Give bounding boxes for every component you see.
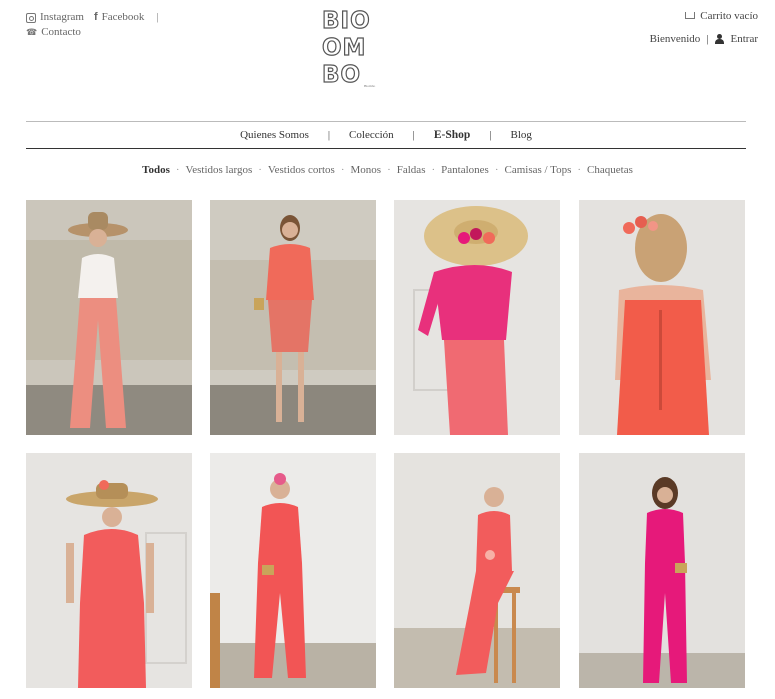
filter-dot: · — [340, 164, 345, 176]
main-nav: Quienes Somos | Colección | E-Shop | Blo… — [26, 121, 746, 149]
user-icon — [714, 34, 724, 44]
filter-dot: · — [387, 164, 391, 176]
account-area: Carrito vacío Bienvenido | Entrar — [650, 10, 758, 45]
instagram-link[interactable]: Instagram — [40, 10, 84, 25]
contact-link[interactable]: Contacto — [41, 25, 81, 40]
product-photo — [210, 453, 376, 688]
facebook-link[interactable]: Facebook — [102, 10, 145, 25]
facebook-icon[interactable]: f — [94, 10, 98, 25]
filter-monos[interactable]: Monos — [351, 164, 382, 176]
product-card[interactable] — [26, 453, 192, 688]
login-link[interactable]: Entrar — [731, 33, 758, 45]
nav-separator: | — [327, 129, 331, 141]
nav-item-eshop[interactable]: E-Shop — [432, 129, 472, 141]
product-photo — [394, 200, 560, 435]
logo-subtext: Biombo — [364, 84, 376, 88]
product-card[interactable] — [210, 453, 376, 688]
filter-dot: · — [431, 164, 436, 176]
product-photo — [210, 200, 376, 435]
filter-dot: · — [494, 164, 499, 176]
instagram-icon[interactable] — [26, 12, 36, 23]
nav-item-blog[interactable]: Blog — [509, 129, 534, 141]
filter-dot: · — [175, 164, 180, 176]
category-filters: Todos · Vestidos largos · Vestidos corto… — [0, 164, 775, 176]
cart-link[interactable]: Carrito vacío — [650, 10, 758, 22]
filter-vestidos-cortos[interactable]: Vestidos cortos — [268, 164, 335, 176]
filter-faldas[interactable]: Faldas — [397, 164, 426, 176]
filter-dot: · — [258, 164, 262, 176]
logo-line-3: BO — [321, 61, 362, 88]
filter-vestidos-largos[interactable]: Vestidos largos — [186, 164, 253, 176]
product-photo — [579, 200, 745, 435]
filter-camisas-tops[interactable]: Camisas / Tops — [505, 164, 572, 176]
nav-separator: | — [489, 129, 492, 141]
product-card[interactable] — [26, 200, 192, 435]
welcome-text: Bienvenido — [649, 33, 701, 45]
product-photo — [579, 453, 745, 688]
logo-line-1: BIO — [321, 7, 371, 34]
nav-separator: | — [412, 129, 415, 141]
filter-chaquetas[interactable]: Chaquetas — [587, 164, 633, 176]
product-photo — [26, 200, 192, 435]
nav-item-coleccion[interactable]: Colección — [347, 129, 396, 141]
filter-pantalones[interactable]: Pantalones — [441, 164, 489, 176]
product-photo — [26, 453, 192, 688]
brand-logo[interactable]: BIO OM BO Biombo — [321, 7, 388, 92]
product-photo — [394, 453, 560, 688]
cart-icon — [685, 11, 696, 19]
product-card[interactable] — [394, 200, 560, 435]
logo-line-2: OM — [321, 34, 367, 61]
cart-label: Carrito vacío — [700, 10, 758, 22]
product-card[interactable] — [579, 453, 745, 688]
filter-todos[interactable]: Todos — [142, 164, 170, 176]
product-card[interactable] — [579, 200, 745, 435]
filter-dot: · — [577, 164, 582, 176]
product-card[interactable] — [210, 200, 376, 435]
social-separator: | — [156, 11, 159, 23]
product-card[interactable] — [394, 453, 560, 688]
nav-item-quienes-somos[interactable]: Quienes Somos — [238, 129, 311, 141]
social-links: Instagram f Facebook | ☎ Contacto — [26, 10, 159, 40]
phone-icon: ☎ — [26, 27, 38, 37]
account-separator: | — [706, 33, 709, 45]
